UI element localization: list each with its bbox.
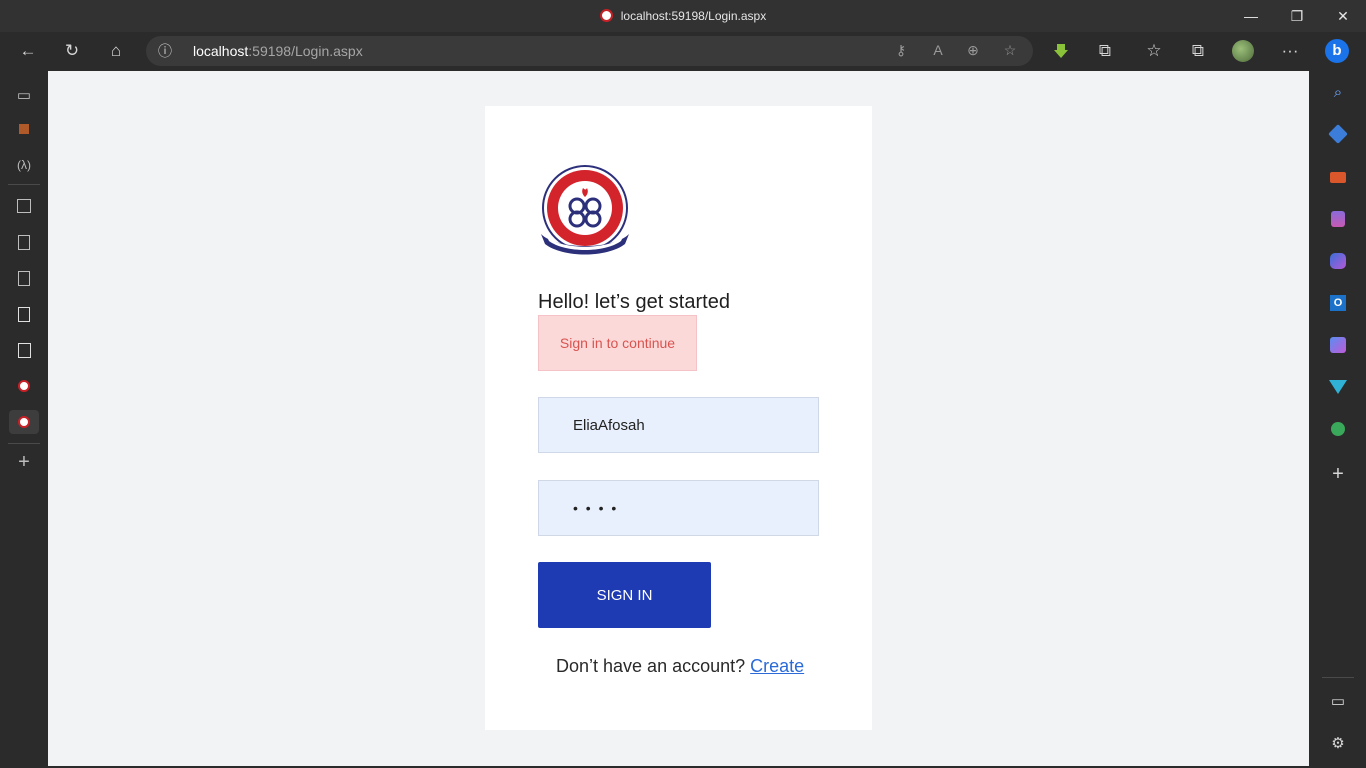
add-sidebar-app-icon[interactable]: + (1326, 462, 1350, 486)
profile-button[interactable] (1230, 39, 1256, 63)
collections-button[interactable]: ⧉ (1185, 39, 1211, 63)
close-button[interactable]: ✕ (1320, 0, 1366, 32)
tab-lambda-icon[interactable]: (λ) (12, 153, 36, 177)
tools-icon[interactable] (1326, 165, 1350, 189)
home-button[interactable]: ⌂ (103, 39, 129, 63)
search-icon[interactable]: ⌕ (1326, 80, 1350, 104)
tree-icon[interactable] (1326, 417, 1350, 441)
footer-text: Don’t have an account? (556, 656, 751, 676)
tab-actions-icon[interactable]: ▭ (12, 83, 36, 107)
refresh-icon: ↻ (64, 41, 80, 60)
sign-in-alert: Sign in to continue (538, 315, 697, 371)
bing-icon: b (1325, 39, 1349, 63)
microsoft-365-icon[interactable] (1326, 249, 1350, 273)
collections-icon: ⧉ (1191, 41, 1205, 60)
more-icon: ··· (1281, 41, 1299, 60)
minimize-button[interactable]: — (1228, 0, 1274, 32)
vertical-tabs-rail: ▭ (λ) + (0, 70, 47, 768)
favorites-button[interactable]: ☆ (1141, 39, 1167, 63)
browser-toolbar: ← ↻ ⌂ ⓘ localhost:59198/Login.aspx ⚷ A ⊕… (0, 32, 1366, 70)
outlook-icon[interactable]: O (1326, 291, 1350, 315)
address-bar[interactable]: ⓘ localhost:59198/Login.aspx ⚷ A ⊕ ☆ (146, 36, 1033, 66)
shopping-icon[interactable] (1326, 122, 1350, 146)
avatar (1232, 40, 1254, 62)
home-icon: ⌂ (110, 41, 122, 60)
zoom-icon[interactable]: ⊕ (963, 42, 983, 60)
back-arrow-icon: ← (19, 41, 37, 60)
tab-document-icon[interactable] (12, 302, 36, 326)
download-extension-button[interactable] (1048, 39, 1074, 63)
read-aloud-icon[interactable]: A (928, 42, 948, 60)
add-favorite-icon[interactable]: ☆ (1000, 42, 1020, 60)
edge-sidebar: ⌕ O + ▭ ⚙ (1310, 70, 1366, 768)
page-viewport: Hello! let’s get started Sign in to cont… (48, 71, 1309, 766)
username-field[interactable]: EliaAfosah (538, 397, 819, 453)
tab-document-icon[interactable] (12, 230, 36, 254)
tab-document-icon[interactable] (12, 266, 36, 290)
designer-icon[interactable] (1326, 333, 1350, 357)
hide-sidebar-icon[interactable]: ▭ (1326, 689, 1350, 713)
window-title: localhost:59198/Login.aspx (0, 9, 1366, 23)
create-account-link[interactable]: Create (750, 656, 804, 676)
sign-in-button[interactable]: SIGN IN (538, 562, 711, 628)
settings-icon[interactable]: ⚙ (1326, 731, 1350, 755)
rail-divider (8, 184, 40, 185)
tab-university-active-icon[interactable] (9, 410, 39, 434)
login-card: Hello! let’s get started Sign in to cont… (485, 106, 872, 730)
bing-copilot-button[interactable]: b (1324, 39, 1350, 63)
tab-settings-page-icon[interactable] (12, 338, 36, 362)
university-logo (541, 165, 629, 255)
restore-button[interactable]: ❐ (1274, 0, 1320, 32)
new-tab-icon[interactable]: + (12, 450, 36, 474)
refresh-button[interactable]: ↻ (59, 39, 85, 63)
puzzle-icon: ⧉ (1098, 41, 1112, 60)
page-title: Hello! let’s get started (538, 291, 730, 313)
url-text[interactable]: localhost:59198/Login.aspx (193, 43, 363, 59)
site-info-icon[interactable]: ⓘ (158, 41, 172, 61)
site-favicon-icon (599, 9, 613, 22)
settings-more-button[interactable]: ··· (1277, 39, 1303, 63)
tab-university-icon[interactable] (12, 374, 36, 398)
title-bar: localhost:59198/Login.aspx — ❐ ✕ (0, 0, 1366, 32)
send-icon[interactable] (1326, 375, 1350, 399)
rail-divider (8, 443, 40, 444)
back-button[interactable]: ← (15, 39, 41, 63)
key-icon[interactable]: ⚷ (891, 42, 911, 60)
games-icon[interactable] (1326, 207, 1350, 231)
green-arrow-icon (1054, 44, 1068, 58)
tab-page-icon[interactable] (12, 194, 36, 218)
sidebar-divider (1322, 677, 1354, 678)
password-field[interactable]: • • • • (538, 480, 819, 536)
extensions-button[interactable]: ⧉ (1092, 39, 1118, 63)
favorites-icon: ☆ (1146, 41, 1162, 60)
tab-favicon-icon[interactable] (12, 117, 36, 141)
create-account-prompt: Don’t have an account? Create (556, 656, 804, 677)
